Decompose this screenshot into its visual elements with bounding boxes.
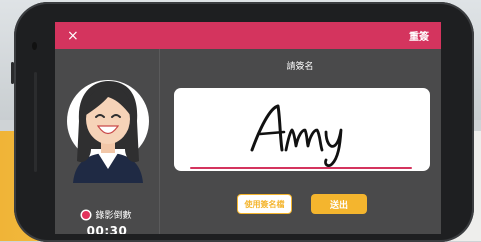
countdown-timer: 00:30: [86, 224, 128, 234]
signature-baseline: [190, 167, 412, 169]
phone-side-button: [11, 62, 14, 84]
signature-prompt: 請簽名: [286, 62, 314, 72]
send-button[interactable]: 送出: [311, 194, 367, 214]
user-avatar: [65, 73, 151, 183]
avatar-illustration: [67, 80, 149, 183]
recording-panel: 錄影倒數 00:30: [55, 49, 160, 234]
signature-pad[interactable]: [174, 88, 430, 171]
record-dot-icon: [82, 210, 91, 219]
phone-camera: [32, 42, 37, 50]
top-bar: × 重簽: [55, 22, 441, 49]
reset-button[interactable]: 重簽: [409, 28, 429, 43]
app-screen: × 重簽 錄影倒數 00:30 請簽名 使用簽名檔 送出: [55, 22, 441, 234]
phone-speaker: [34, 72, 37, 172]
use-signature-button[interactable]: 使用簽名檔: [237, 194, 292, 214]
close-icon[interactable]: ×: [67, 29, 79, 43]
signature-drawing: [250, 104, 343, 168]
recording-status: 錄影倒數: [55, 208, 159, 221]
recording-label: 錄影倒數: [95, 211, 132, 221]
